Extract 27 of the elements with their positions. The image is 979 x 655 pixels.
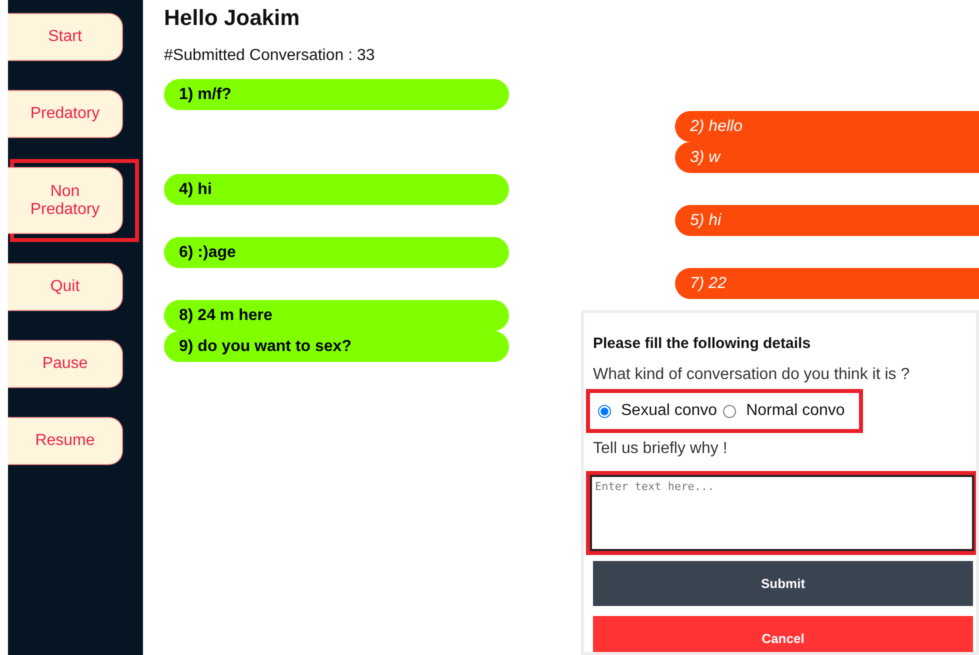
greeting-heading: Hello Joakim (164, 4, 301, 32)
cancel-button[interactable]: Cancel (593, 616, 973, 652)
form-title: Please fill the following details (593, 334, 812, 354)
submit-button[interactable]: Submit (593, 561, 973, 606)
sidebar-button[interactable]: Quit (8, 263, 123, 311)
sidebar-button[interactable]: Start (8, 13, 123, 61)
question-label: What kind of conversation do you think it is ? (593, 365, 911, 385)
radio-label[interactable]: Normal convo (746, 399, 845, 423)
sidebar-button[interactable]: Pause (8, 340, 123, 388)
radio-button[interactable] (723, 404, 736, 418)
message-bubble: 3) w (675, 142, 979, 173)
radio-label[interactable]: Sexual convo (621, 399, 718, 423)
message-bubble: 9) do you want to sex? (164, 331, 509, 362)
submitted-count: #Submitted Conversation : 33 (164, 47, 376, 65)
message-bubble: 7) 22 (675, 268, 979, 299)
sidebar-button[interactable]: Predatory (8, 90, 123, 138)
message-bubble: 1) m/f? (164, 79, 509, 110)
message-bubble: 6) :)age (164, 236, 509, 268)
message-bubble: 2) hello (675, 110, 979, 142)
reason-field[interactable]: Enter text here... (590, 475, 974, 551)
message-bubble: 5) hi (675, 205, 979, 236)
sidebar-button[interactable]: Non Predatory (8, 167, 123, 234)
message-bubble: 4) hi (164, 174, 509, 204)
message-bubble: 8) 24 m here (164, 300, 509, 330)
why-label: Tell us briefly why ! (593, 439, 728, 459)
sidebar-button[interactable]: Resume (8, 417, 123, 465)
radio-button[interactable] (598, 404, 611, 418)
